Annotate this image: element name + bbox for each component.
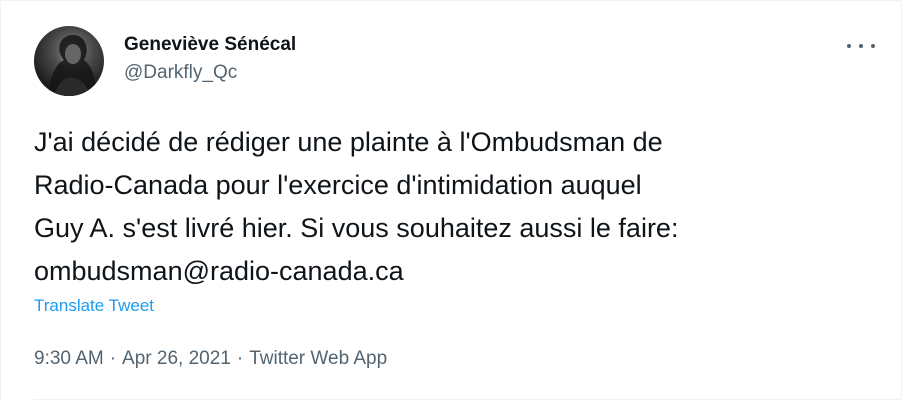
meta-separator: · [236,348,244,369]
author-handle[interactable]: @Darkfly_Qc [124,62,237,84]
divider [1,0,901,1]
more-horizontal-icon [871,44,875,48]
avatar[interactable] [34,26,104,96]
profile-photo-icon [48,34,96,96]
translate-tweet-link[interactable]: Translate Tweet [34,296,154,316]
more-horizontal-icon [847,44,851,48]
divider [34,399,901,400]
more-options-button[interactable] [847,36,875,56]
tweet-metadata: 9:30 AM · Apr 26, 2021 · Twitter Web App [34,348,387,370]
more-horizontal-icon [859,44,863,48]
tweet-time-link[interactable]: 9:30 AM [34,348,104,369]
tweet-source-link[interactable]: Twitter Web App [249,348,387,369]
meta-separator: · [109,348,117,369]
tweet-card: Geneviève Sénécal @Darkfly_Qc J'ai décid… [0,0,902,402]
tweet-text: J'ai décidé de rédiger une plainte à l'O… [34,127,679,286]
author-display-name[interactable]: Geneviève Sénécal [124,34,296,56]
tweet-date-link[interactable]: Apr 26, 2021 [122,348,231,369]
